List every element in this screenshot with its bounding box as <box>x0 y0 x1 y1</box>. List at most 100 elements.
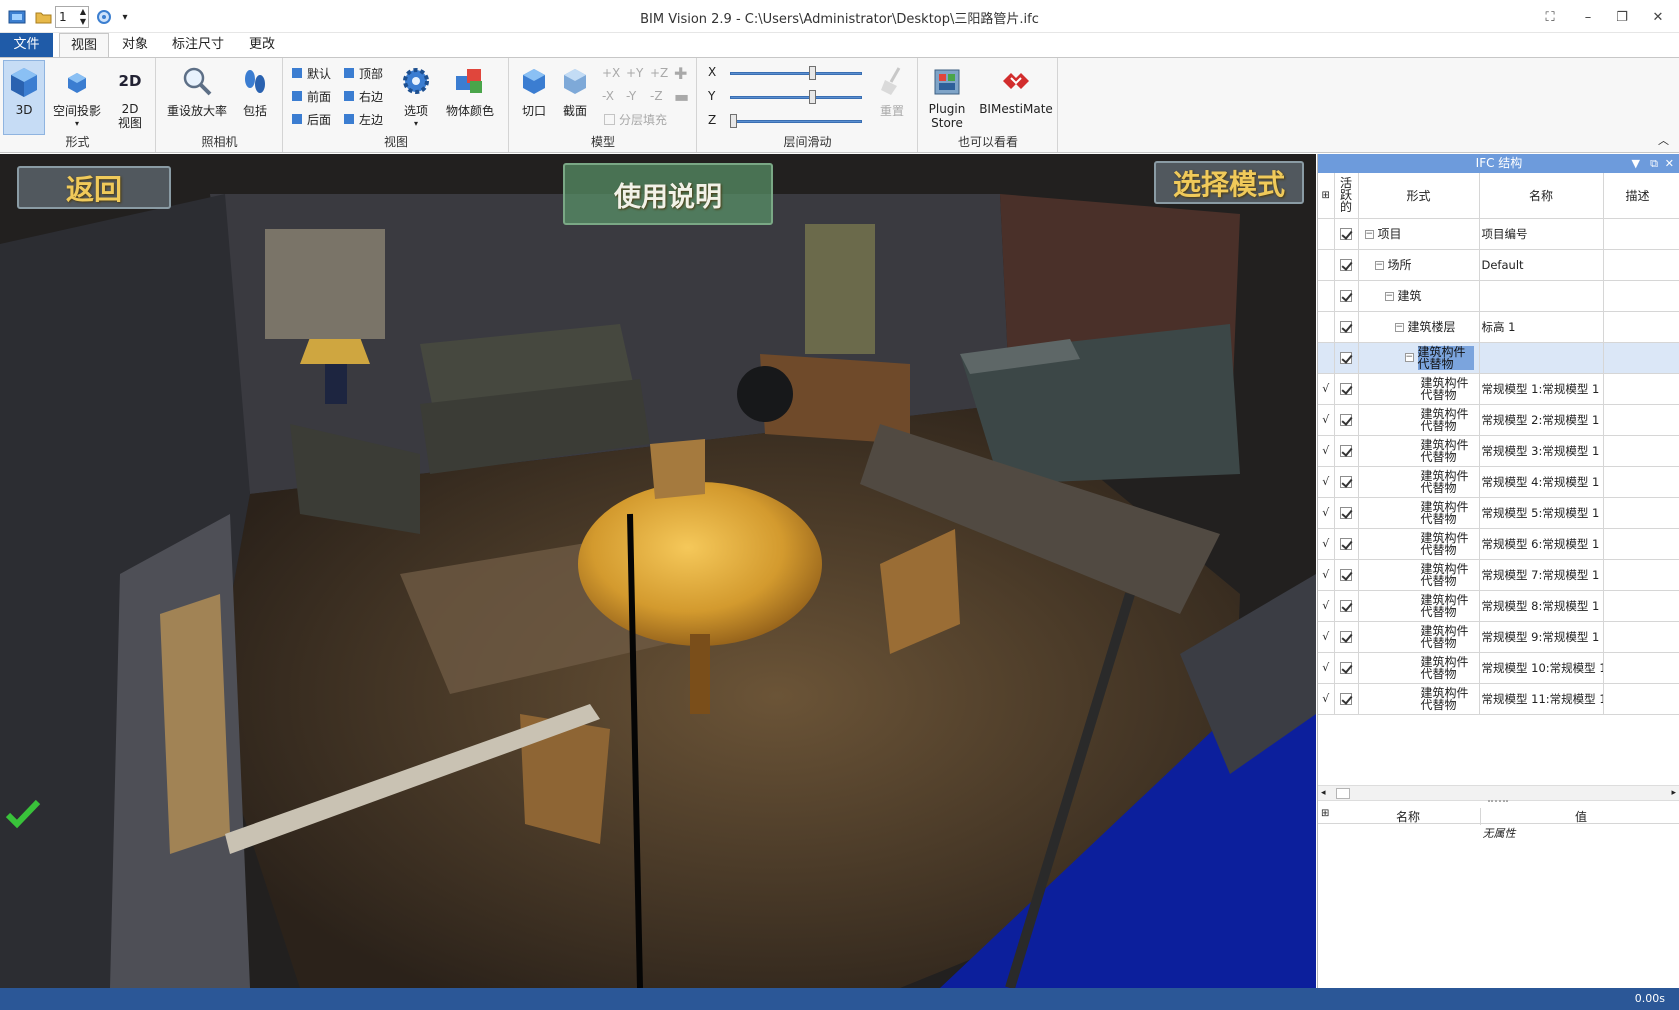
form-cell[interactable]: − 建筑楼层 <box>1358 311 1480 343</box>
description-cell[interactable] <box>1603 218 1679 250</box>
close-button[interactable]: ✕ <box>1640 4 1676 30</box>
form-cell[interactable]: 建筑构件代替物 <box>1358 528 1480 560</box>
panel-dropdown-icon[interactable]: ▼ <box>1632 154 1640 173</box>
tree-row[interactable]: − 建筑 <box>1318 280 1679 312</box>
description-cell[interactable] <box>1603 683 1679 715</box>
description-cell[interactable] <box>1603 621 1679 653</box>
back-button[interactable]: 返回 <box>17 166 171 209</box>
help-button[interactable]: 使用说明 <box>563 163 773 225</box>
active-checkbox[interactable] <box>1340 693 1352 705</box>
bimestimate-button[interactable]: BIMestiMate <box>977 60 1055 116</box>
form-cell[interactable]: 建筑构件代替物 <box>1358 373 1480 405</box>
panel-float-icon[interactable]: ⧉ <box>1650 154 1658 173</box>
name-cell[interactable]: 常规模型 5:常规模型 1 <box>1479 497 1604 529</box>
name-cell[interactable]: 常规模型 7:常规模型 1 <box>1479 559 1604 591</box>
scroll-thumb[interactable] <box>1336 788 1350 799</box>
active-checkbox[interactable] <box>1340 414 1352 426</box>
column-description[interactable]: 描述 <box>1603 173 1679 219</box>
description-cell[interactable] <box>1603 466 1679 498</box>
splitter-handle[interactable] <box>1488 800 1508 805</box>
scroll-left-icon[interactable]: ◂ <box>1321 788 1326 798</box>
tree-row[interactable]: √ 建筑构件代替物 常规模型 2:常规模型 1 <box>1318 404 1679 436</box>
minus-icon[interactable]: ▬ <box>674 86 689 106</box>
description-cell[interactable] <box>1603 528 1679 560</box>
active-checkbox[interactable] <box>1340 507 1352 519</box>
layer-fill-box[interactable] <box>604 113 615 125</box>
tab-object[interactable]: 对象 <box>113 33 157 57</box>
name-cell[interactable]: 常规模型 4:常规模型 1 <box>1479 466 1604 498</box>
options-button[interactable]: 选项 ▾ <box>396 60 436 128</box>
column-name[interactable]: 名称 <box>1479 173 1604 219</box>
tree-row[interactable]: √ 建筑构件代替物 常规模型 9:常规模型 1 <box>1318 621 1679 653</box>
active-checkbox[interactable] <box>1340 228 1352 240</box>
collapse-ribbon-icon[interactable]: ︿ <box>1658 132 1669 148</box>
tree-row[interactable]: √ 建筑构件代替物 常规模型 7:常规模型 1 <box>1318 559 1679 591</box>
properties-value-column[interactable]: 值 <box>1482 808 1679 825</box>
2d-view-button[interactable]: 2D 2D 视图 <box>108 60 152 130</box>
tree-row[interactable]: − 场所 Default <box>1318 249 1679 281</box>
tree-row[interactable]: − 建筑楼层 标高 1 <box>1318 311 1679 343</box>
3d-viewport[interactable]: 返回 使用说明 选择模式 <box>0 154 1316 988</box>
description-cell[interactable] <box>1603 559 1679 591</box>
scroll-right-icon[interactable]: ▸ <box>1671 788 1676 798</box>
description-cell[interactable] <box>1603 280 1679 312</box>
form-cell[interactable]: 建筑构件代替物 <box>1358 435 1480 467</box>
tree-row[interactable]: √ 建筑构件代替物 常规模型 6:常规模型 1 <box>1318 528 1679 560</box>
reset-button[interactable]: 重置 <box>873 60 911 119</box>
section-button[interactable]: 截面 <box>556 60 594 119</box>
tree-row[interactable]: √ 建筑构件代替物 常规模型 4:常规模型 1 <box>1318 466 1679 498</box>
layer-fill-checkbox[interactable]: 分层填充 <box>604 109 667 129</box>
select-mode-button[interactable]: 选择模式 <box>1154 161 1304 204</box>
active-checkbox[interactable] <box>1340 538 1352 550</box>
view-front-button[interactable]: 前面 <box>290 86 331 106</box>
restore-button[interactable]: ❐ <box>1604 4 1640 30</box>
object-color-button[interactable]: 物体颜色 <box>440 60 500 119</box>
collapse-icon[interactable]: − <box>1364 229 1374 239</box>
description-cell[interactable] <box>1603 311 1679 343</box>
active-checkbox[interactable] <box>1340 290 1352 302</box>
tab-view[interactable]: 视图 <box>59 33 109 58</box>
description-cell[interactable] <box>1603 249 1679 281</box>
name-cell[interactable]: 常规模型 10:常规模型 1 <box>1479 652 1604 684</box>
tab-modify[interactable]: 更改 <box>240 33 284 57</box>
active-checkbox[interactable] <box>1340 259 1352 271</box>
name-cell[interactable]: 常规模型 1:常规模型 1 <box>1479 373 1604 405</box>
form-cell[interactable]: 建筑构件代替物 <box>1358 683 1480 715</box>
active-checkbox[interactable] <box>1340 476 1352 488</box>
description-cell[interactable] <box>1603 342 1679 374</box>
collapse-icon[interactable]: − <box>1384 291 1394 301</box>
name-cell[interactable]: Default <box>1479 249 1604 281</box>
collapse-icon[interactable]: − <box>1394 322 1404 332</box>
slider-y[interactable]: Y <box>708 87 862 107</box>
name-cell[interactable]: 常规模型 2:常规模型 1 <box>1479 404 1604 436</box>
form-cell[interactable]: 建筑构件代替物 <box>1358 621 1480 653</box>
tab-file[interactable]: 文件 <box>0 33 53 57</box>
slider-y-track[interactable] <box>730 96 862 99</box>
axis-minus-x[interactable]: -X <box>602 86 626 106</box>
name-cell[interactable]: 常规模型 11:常规模型 11 <box>1479 683 1604 715</box>
form-cell[interactable]: 建筑构件代替物 <box>1358 497 1480 529</box>
active-checkbox[interactable] <box>1340 569 1352 581</box>
view-left-button[interactable]: 左边 <box>342 109 383 129</box>
active-checkbox[interactable] <box>1340 600 1352 612</box>
name-cell[interactable] <box>1479 280 1604 312</box>
spatial-projection-button[interactable]: 空间投影 ▾ <box>50 60 104 128</box>
name-cell[interactable]: 常规模型 8:常规模型 1 <box>1479 590 1604 622</box>
include-button[interactable]: 包括 <box>235 60 275 119</box>
description-cell[interactable] <box>1603 652 1679 684</box>
name-cell[interactable] <box>1479 342 1604 374</box>
axis-plus-x[interactable]: +X <box>602 63 626 83</box>
view-back-button[interactable]: 后面 <box>290 109 331 129</box>
name-cell[interactable]: 项目编号 <box>1479 218 1604 250</box>
slider-x[interactable]: X <box>708 63 862 83</box>
slider-z[interactable]: Z <box>708 111 862 131</box>
3d-button[interactable]: 3D <box>3 60 45 135</box>
panel-close-icon[interactable]: ✕ <box>1665 154 1674 173</box>
view-right-button[interactable]: 右边 <box>342 86 383 106</box>
name-cell[interactable]: 常规模型 9:常规模型 1 <box>1479 621 1604 653</box>
axis-minus-y[interactable]: -Y <box>626 86 650 106</box>
collapse-icon[interactable]: − <box>1374 260 1384 270</box>
fullscreen-icon[interactable]: ⛶ <box>1532 4 1568 30</box>
slider-x-thumb[interactable] <box>808 66 816 80</box>
cut-button[interactable]: 切口 <box>516 60 552 119</box>
